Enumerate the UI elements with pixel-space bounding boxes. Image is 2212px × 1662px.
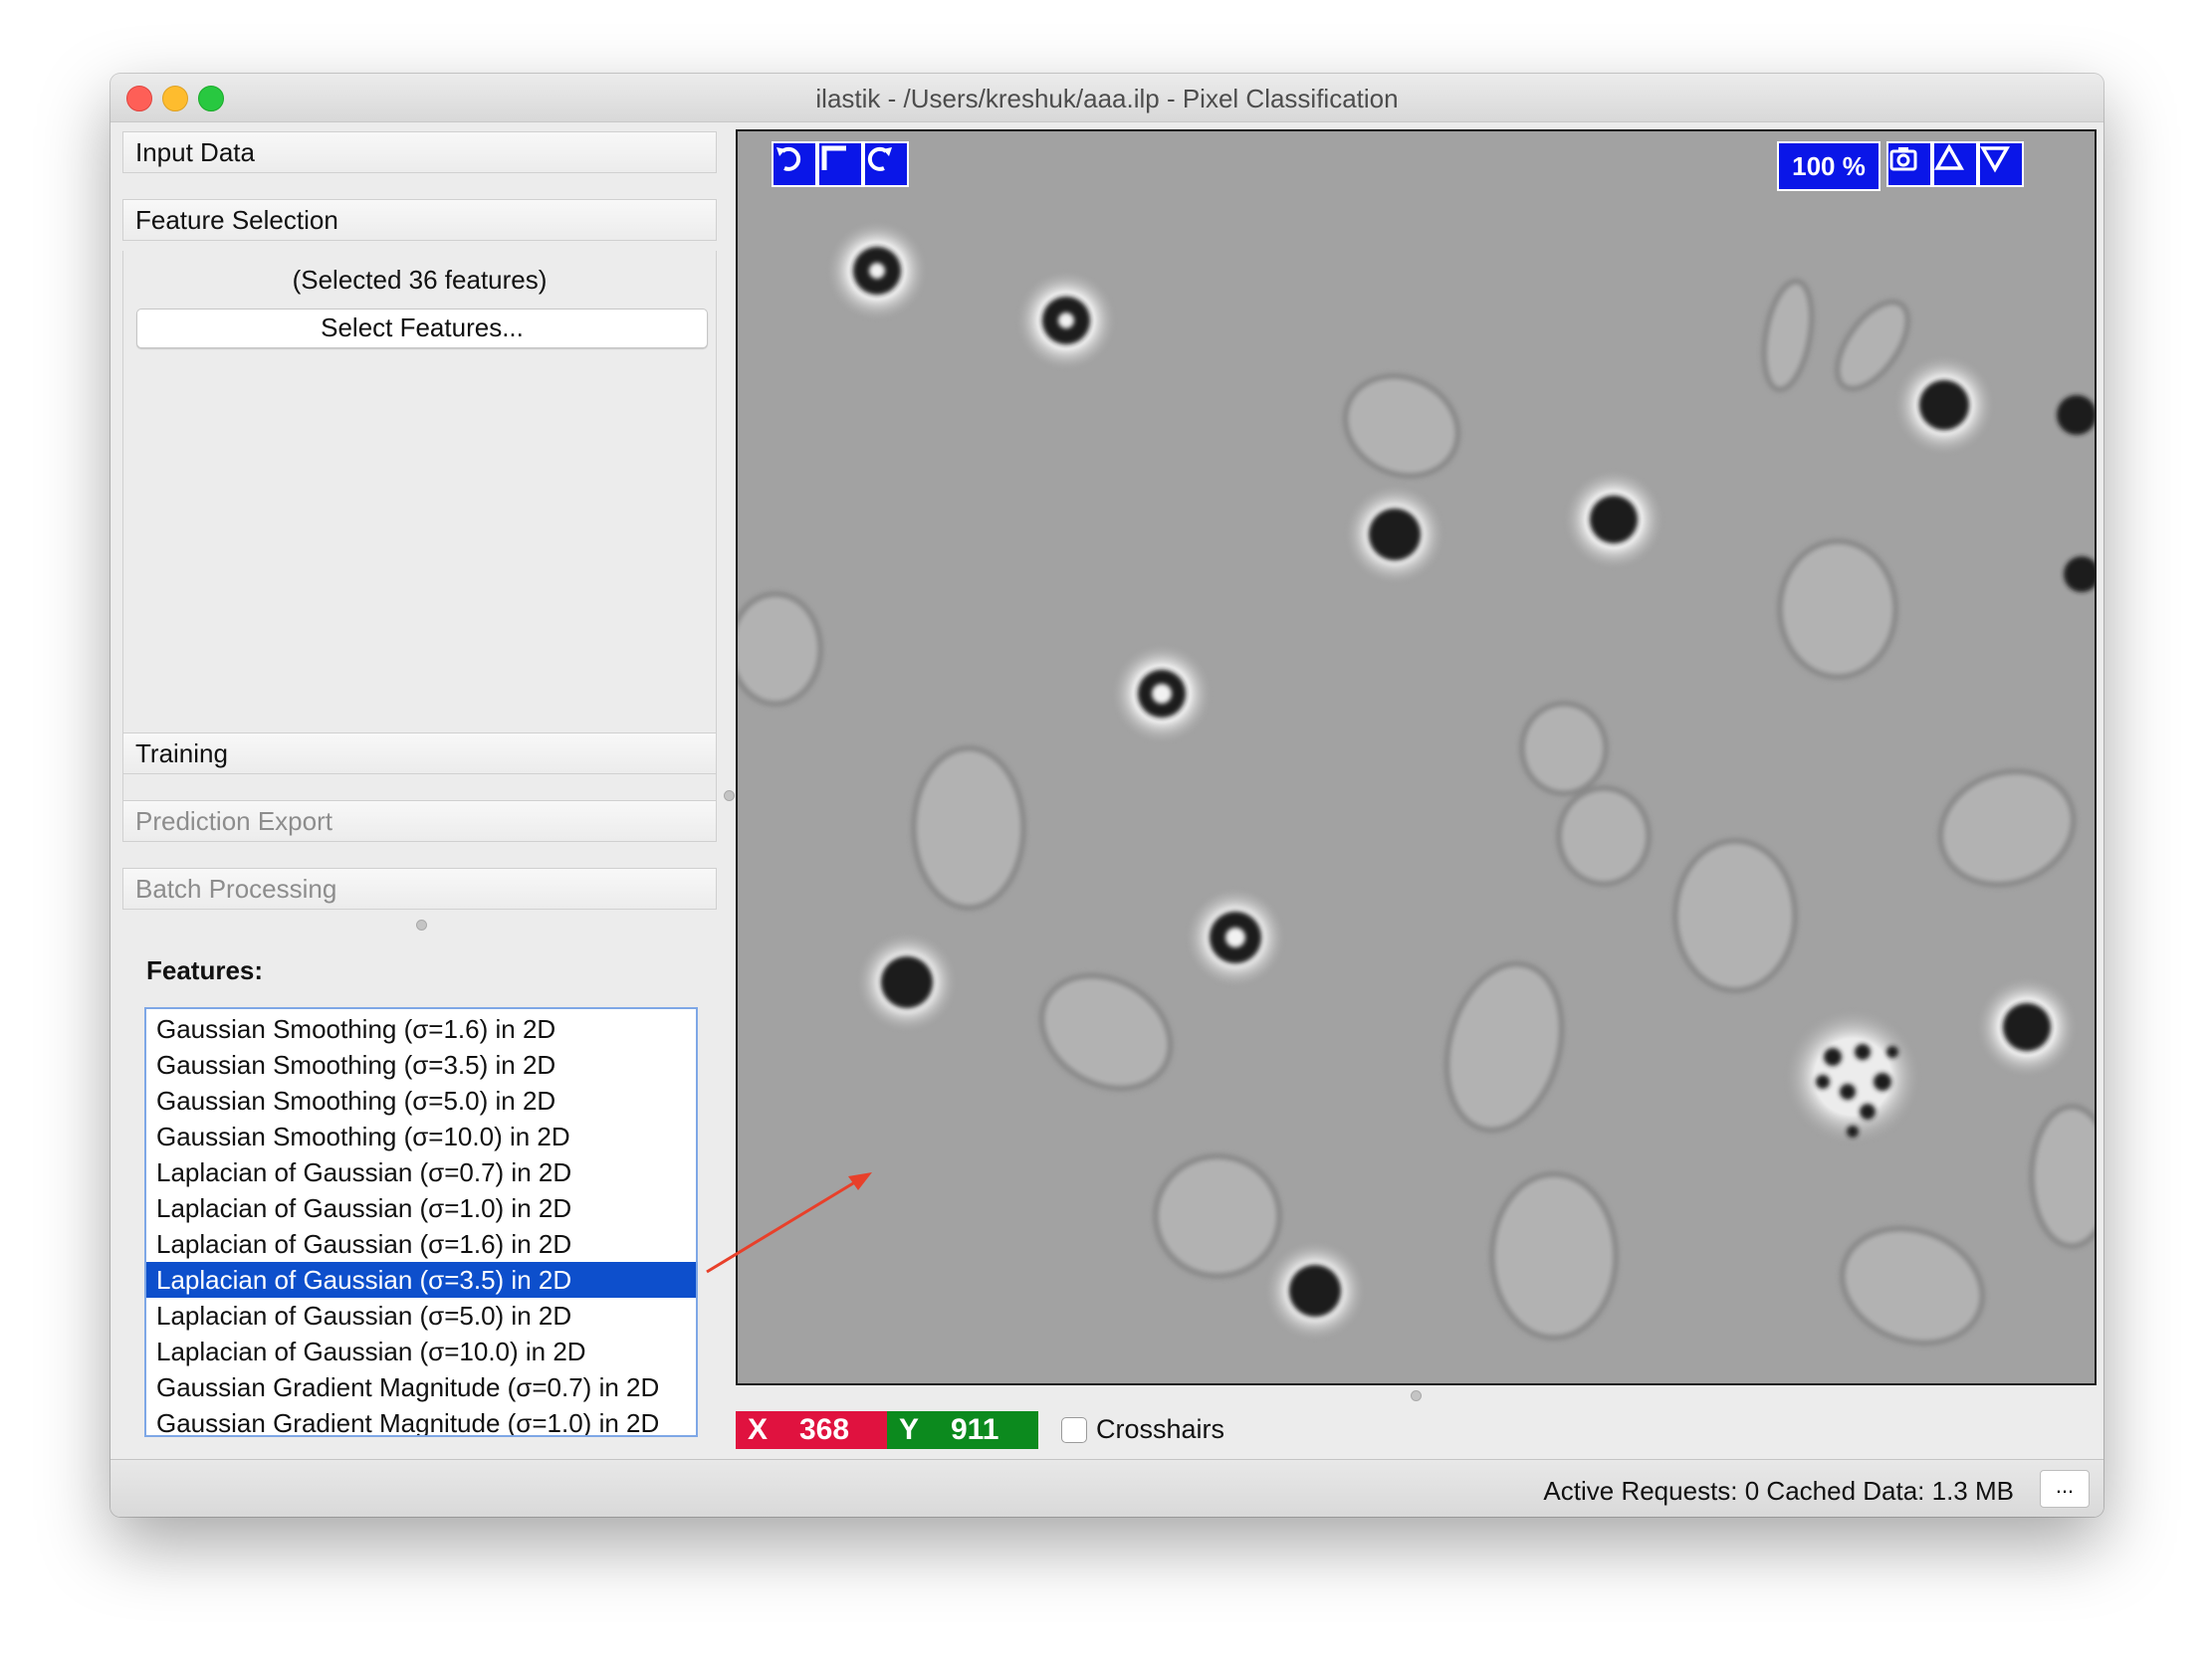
status-bar: Active Requests: 0 Cached Data: 1.3 MB .… xyxy=(111,1459,2103,1517)
status-text: Active Requests: 0 Cached Data: 1.3 MB xyxy=(1543,1476,2014,1506)
feature-item[interactable]: Gaussian Smoothing (σ=5.0) in 2D xyxy=(146,1083,696,1119)
triangle-up-icon[interactable] xyxy=(1932,141,1978,187)
feature-item[interactable]: Gaussian Gradient Magnitude (σ=0.7) in 2… xyxy=(146,1369,696,1405)
horizontal-splitter-handle[interactable] xyxy=(724,790,735,801)
app-window: ilastik - /Users/kreshuk/aaa.ilp - Pixel… xyxy=(111,74,2103,1517)
crosshairs-checkbox[interactable] xyxy=(1061,1417,1087,1443)
feature-item[interactable]: Gaussian Gradient Magnitude (σ=1.0) in 2… xyxy=(146,1405,696,1435)
drawer-batch-processing[interactable]: Batch Processing xyxy=(122,868,717,910)
fit-icon[interactable] xyxy=(817,141,863,187)
x-coordinate-display: X 368 xyxy=(736,1411,887,1449)
y-label: Y xyxy=(899,1413,920,1446)
viewer-splitter-handle[interactable] xyxy=(1411,1390,1422,1401)
drawer-input-data[interactable]: Input Data xyxy=(122,131,717,173)
window-title: ilastik - /Users/kreshuk/aaa.ilp - Pixel… xyxy=(815,84,1399,113)
feature-item[interactable]: Laplacian of Gaussian (σ=5.0) in 2D xyxy=(146,1298,696,1334)
feature-item[interactable]: Laplacian of Gaussian (σ=0.7) in 2D xyxy=(146,1154,696,1190)
status-more-button[interactable]: ... xyxy=(2040,1470,2090,1508)
title-bar: ilastik - /Users/kreshuk/aaa.ilp - Pixel… xyxy=(111,74,2103,122)
vertical-splitter-handle[interactable] xyxy=(416,920,427,931)
drawer-prediction-export[interactable]: Prediction Export xyxy=(122,800,717,842)
y-value: 911 xyxy=(951,1413,999,1446)
image-viewer[interactable]: 100 % xyxy=(736,129,2097,1385)
redo-icon[interactable] xyxy=(863,141,909,187)
camera-icon[interactable] xyxy=(1886,141,1932,187)
selected-features-count: (Selected 36 features) xyxy=(292,265,548,295)
x-value: 368 xyxy=(799,1413,850,1446)
feature-item[interactable]: Laplacian of Gaussian (σ=1.6) in 2D xyxy=(146,1226,696,1262)
x-label: X xyxy=(748,1413,769,1446)
microscopy-image[interactable] xyxy=(738,131,2097,1385)
features-list[interactable]: Gaussian Smoothing (σ=1.6) in 2D Gaussia… xyxy=(144,1007,698,1437)
features-label: Features: xyxy=(146,955,264,985)
y-coordinate-display: Y 911 xyxy=(887,1411,1038,1449)
drawer-feature-selection[interactable]: Feature Selection xyxy=(122,199,717,241)
select-features-button[interactable]: Select Features... xyxy=(136,309,708,348)
feature-item[interactable]: Laplacian of Gaussian (σ=10.0) in 2D xyxy=(146,1334,696,1369)
triangle-down-icon[interactable] xyxy=(1978,141,2024,187)
feature-item[interactable]: Laplacian of Gaussian (σ=1.0) in 2D xyxy=(146,1190,696,1226)
drawer-training[interactable]: Training xyxy=(122,732,717,774)
feature-item[interactable]: Gaussian Smoothing (σ=10.0) in 2D xyxy=(146,1119,696,1154)
zoom-level-button[interactable]: 100 % xyxy=(1777,141,1880,191)
feature-item[interactable]: Gaussian Smoothing (σ=1.6) in 2D xyxy=(146,1011,696,1047)
undo-icon[interactable] xyxy=(772,141,817,187)
feature-item-selected[interactable]: Laplacian of Gaussian (σ=3.5) in 2D xyxy=(146,1262,696,1298)
feature-item[interactable]: Gaussian Smoothing (σ=3.5) in 2D xyxy=(146,1047,696,1083)
crosshairs-label[interactable]: Crosshairs xyxy=(1096,1414,1224,1445)
